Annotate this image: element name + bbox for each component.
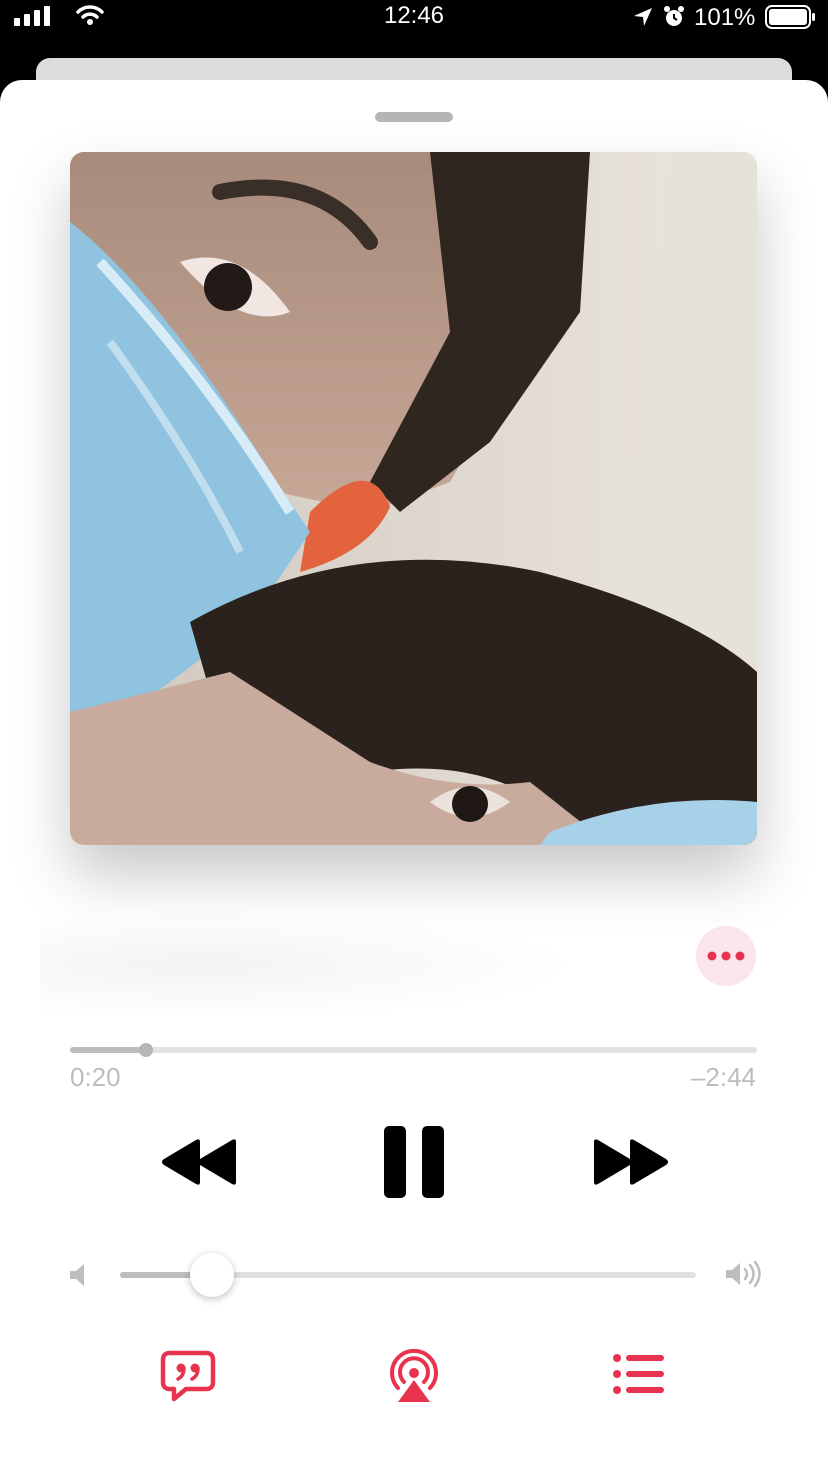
more-icon xyxy=(707,951,745,961)
volume-min-icon xyxy=(70,1264,84,1286)
fast-forward-button[interactable] xyxy=(590,1138,670,1186)
lyrics-button[interactable] xyxy=(160,1350,216,1402)
remaining-time: –2:44 xyxy=(690,1062,756,1092)
status-bar: 12:46 101% xyxy=(0,0,828,50)
lyrics-icon xyxy=(160,1350,216,1402)
queue-icon xyxy=(613,1354,664,1394)
playback-progress-fill xyxy=(70,1047,146,1053)
volume-knob[interactable] xyxy=(190,1253,235,1297)
rewind-icon xyxy=(162,1139,236,1185)
pause-button[interactable] xyxy=(382,1124,446,1200)
playback-scrubber-knob[interactable] xyxy=(138,1043,153,1057)
volume-max-icon xyxy=(726,1260,761,1288)
airplay-button[interactable] xyxy=(386,1348,442,1404)
location-icon xyxy=(634,8,652,26)
volume-slider[interactable] xyxy=(120,1253,696,1297)
album-artwork[interactable] xyxy=(70,152,757,845)
pause-icon xyxy=(384,1126,444,1198)
fast-forward-icon xyxy=(594,1139,668,1185)
queue-button[interactable] xyxy=(612,1352,666,1396)
now-playing-sheet: 0:20 –2:44 xyxy=(0,80,828,1480)
rewind-button[interactable] xyxy=(160,1138,240,1186)
song-title-area xyxy=(40,910,580,1020)
sheet-grabber[interactable] xyxy=(375,112,453,122)
playback-scrubber[interactable] xyxy=(70,1043,757,1057)
battery-icon xyxy=(765,5,815,29)
alarm-icon xyxy=(664,6,684,26)
airplay-icon xyxy=(390,1348,438,1402)
more-button[interactable] xyxy=(696,926,756,986)
elapsed-time: 0:20 xyxy=(70,1062,121,1092)
battery-percent: 101% xyxy=(694,4,756,31)
